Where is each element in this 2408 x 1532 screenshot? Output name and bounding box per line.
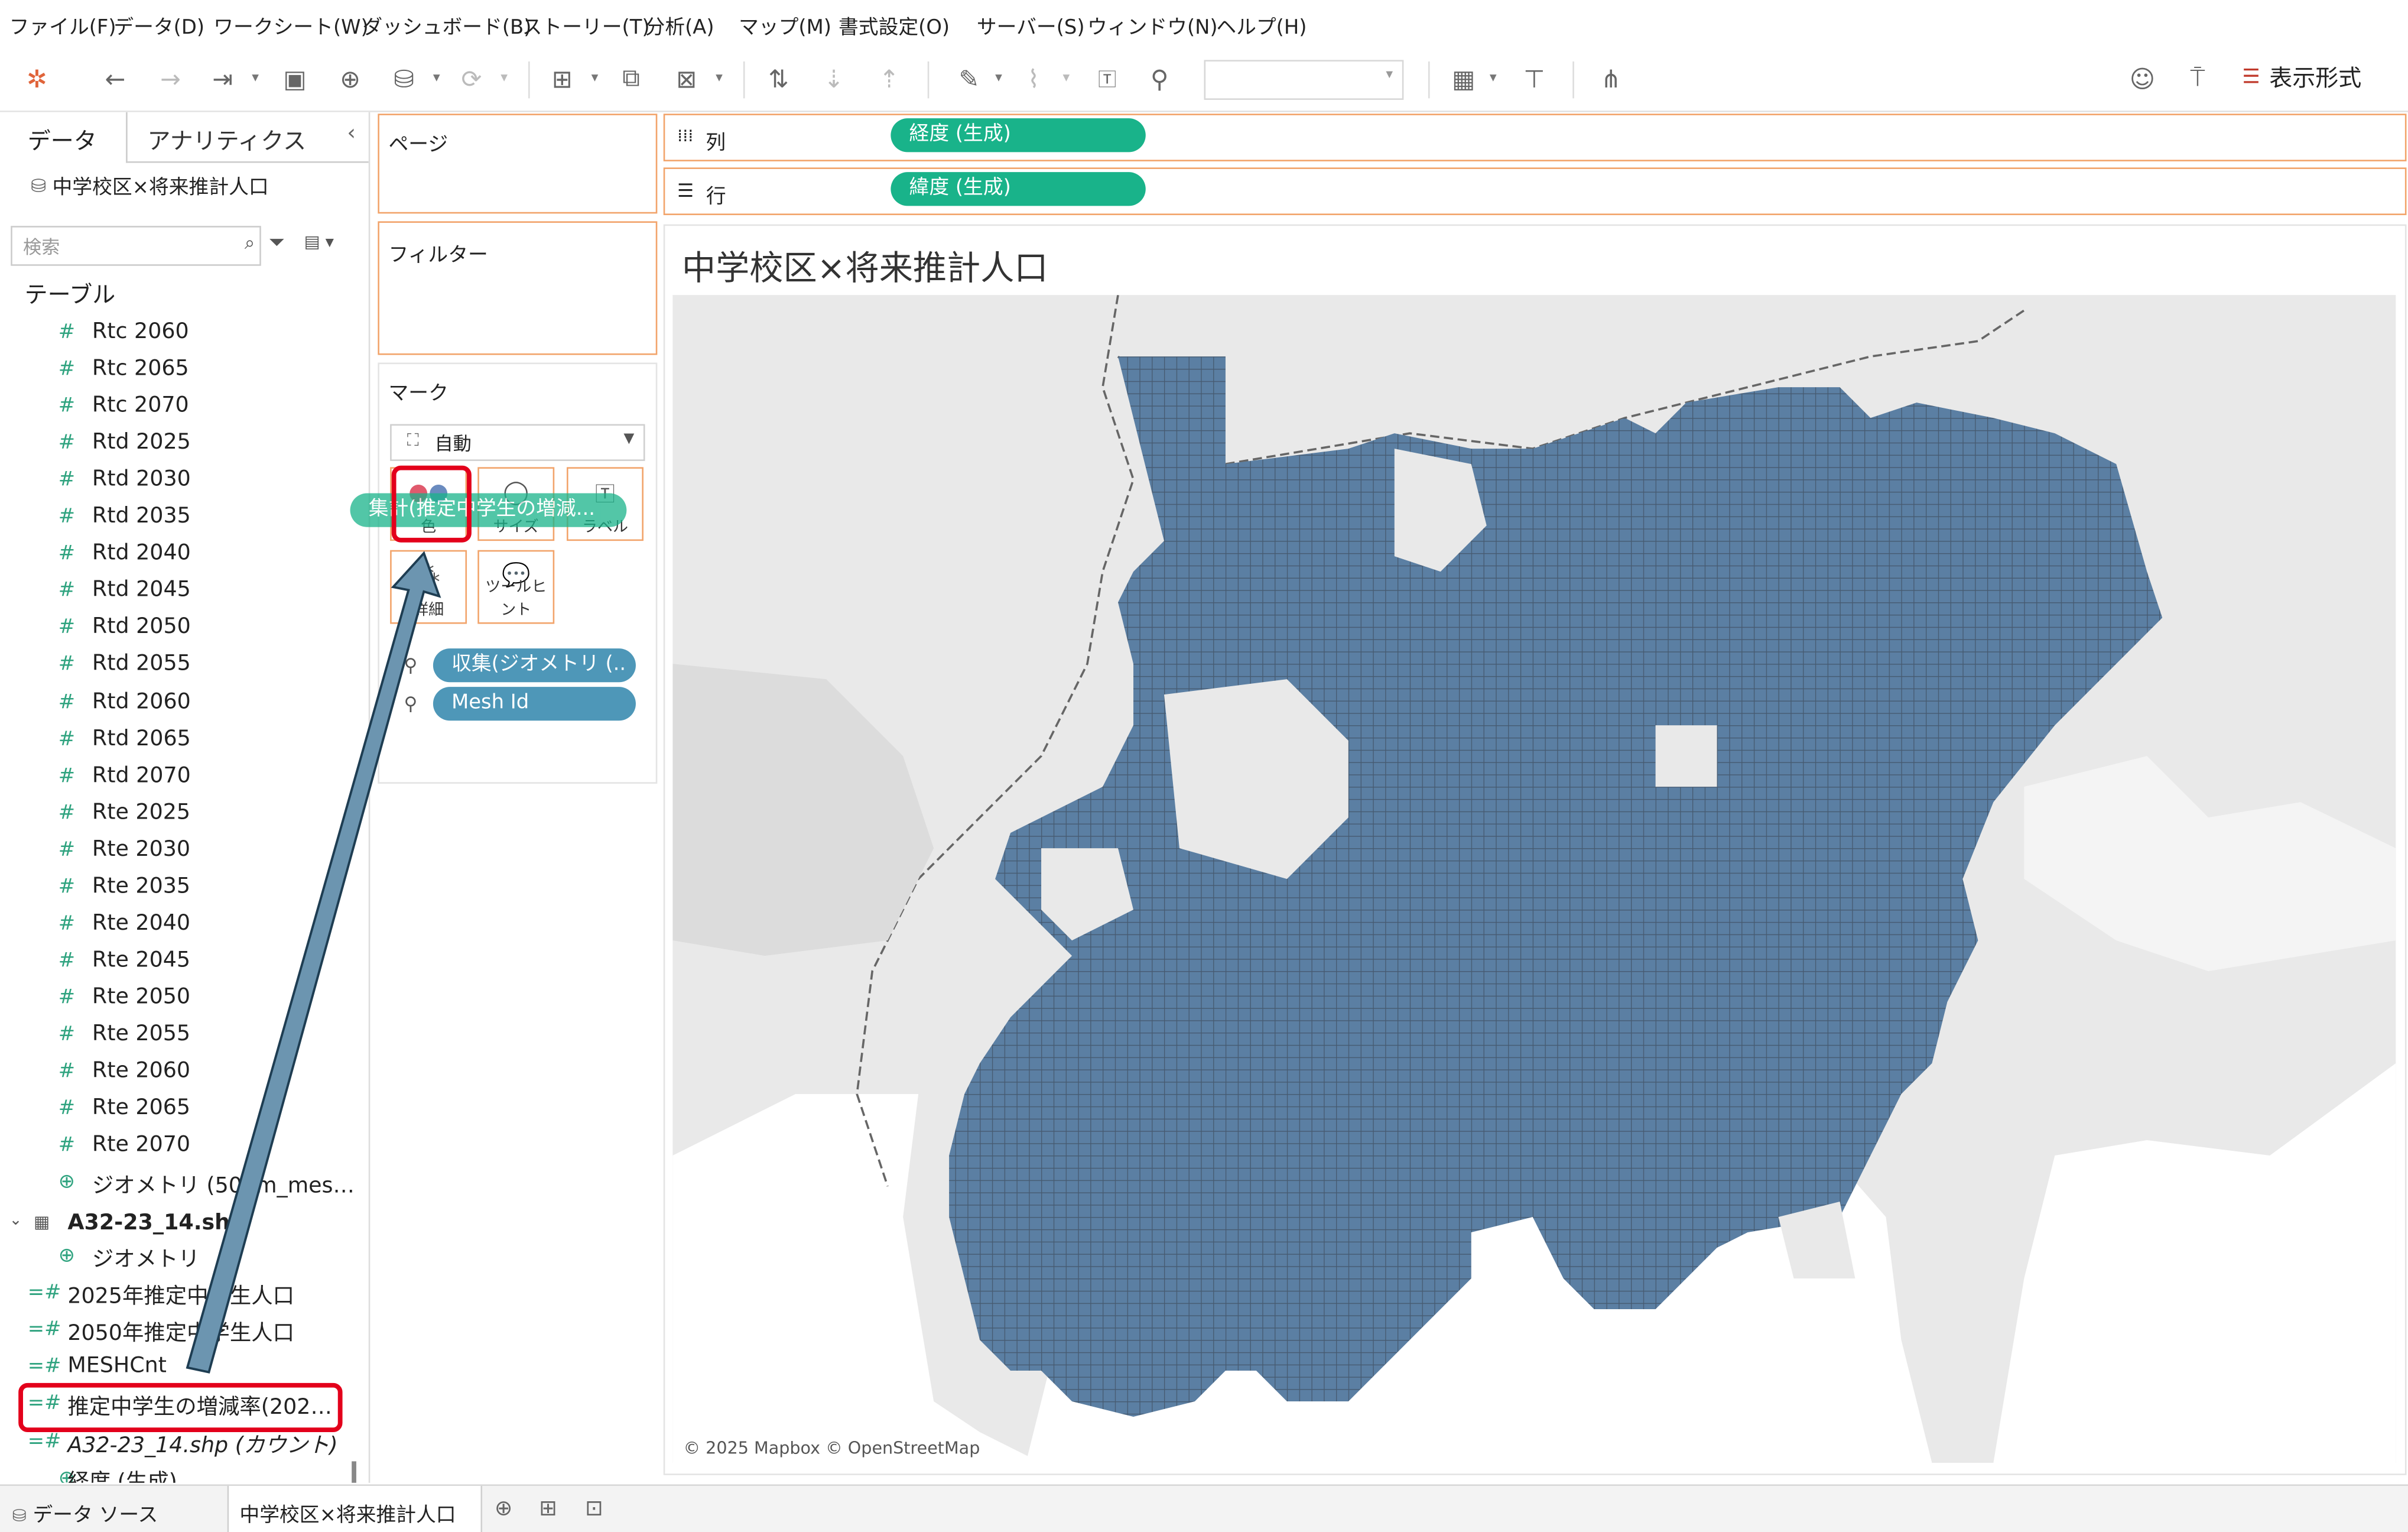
annotation-overlay [186, 551, 441, 1374]
sheet-tabs-bar: ⛁ データ ソース 中学校区×将来推計人口 ⊕ ⊞ ⊡ [0, 1484, 2408, 1532]
sheet-tab[interactable]: 中学校区×将来推計人口 [227, 1486, 483, 1532]
new-story-icon[interactable]: ⊡ [585, 1497, 603, 1521]
new-worksheet-icon[interactable]: ⊕ [495, 1497, 512, 1521]
highlight-field-box [18, 1382, 343, 1433]
datasource-tab-label: データ ソース [33, 1504, 158, 1528]
new-dashboard-icon[interactable]: ⊞ [539, 1497, 557, 1521]
arrow-annotation-icon [186, 551, 441, 1374]
sheet-tab-label: 中学校区×将来推計人口 [239, 1504, 456, 1528]
datasource-tab[interactable]: ⛁ データ ソース [12, 1498, 158, 1527]
datasource-icon: ⛁ [12, 1505, 27, 1526]
